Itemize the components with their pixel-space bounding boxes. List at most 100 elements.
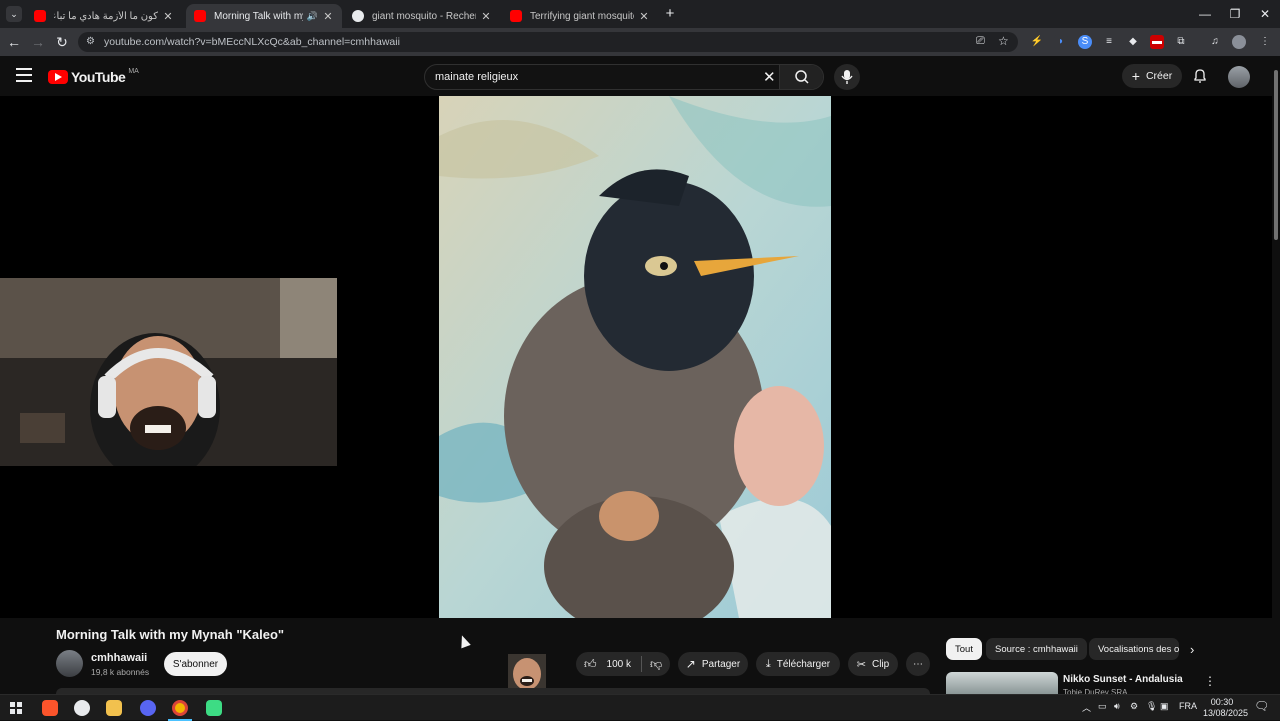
chrome-menu-icon[interactable]: ⋮ [1258,35,1272,49]
minimize-button[interactable]: — [1190,6,1220,22]
google-app-icon[interactable] [74,700,90,716]
download-button[interactable]: ⤓ Télécharger [756,652,840,676]
chip-all[interactable]: Tout [946,638,982,660]
android-app-icon[interactable] [206,700,222,716]
browser-tab-strip: ⌄ كون ما الأزمة هادي ما تباعش بهاد ✕ Mor… [0,0,1280,28]
search-icon [795,70,809,84]
new-tab-button[interactable]: + [662,6,678,22]
tray-overflow-chevron-icon[interactable]: ︿ [1082,701,1091,714]
subscribe-label: S'abonner [172,658,219,670]
tray-app-icon[interactable]: ⚙ [1130,701,1138,712]
clear-search-icon[interactable]: ✕ [763,68,776,86]
discord-icon[interactable] [140,700,156,716]
media-controls-icon[interactable]: ♫ [1208,35,1222,49]
download-label: Télécharger [776,658,831,670]
voice-search-button[interactable] [834,64,860,90]
microphone-tray-icon[interactable]: 🎙︎ [1146,701,1157,712]
scrollbar-thumb[interactable] [1274,70,1278,240]
close-tab-icon[interactable]: ✕ [638,10,650,23]
video-title: Morning Talk with my Mynah "Kaleo" [56,627,285,642]
share-button[interactable]: ↗ Partager [678,652,748,676]
notification-center-icon[interactable]: 🗨︎ [1254,699,1269,713]
extension-lines-icon[interactable]: ≡ [1102,35,1116,49]
extension-blue-icon[interactable]: S [1078,35,1092,49]
chip-source-channel[interactable]: Source : cmhhawaii [986,638,1087,660]
recommendation-more-icon[interactable]: ⋮ [1204,674,1216,688]
hamburger-menu-icon[interactable] [16,68,32,82]
youtube-favicon-icon [34,10,46,22]
youtube-wordmark: YouTube [71,69,126,85]
recommendation-title[interactable]: Nikko Sunset - Andalusia [1063,674,1183,685]
profile-avatar-icon[interactable] [1232,35,1246,49]
volume-icon[interactable]: 🔊︎ [1114,701,1120,712]
video-frame-mynah-bird [439,96,831,618]
account-avatar[interactable] [1228,66,1250,88]
download-icon: ⤓ [765,657,771,670]
extension-audio-icon[interactable]: ◗ [1054,35,1068,49]
create-button[interactable]: + Créer [1122,64,1182,88]
search-box[interactable]: mainate religieux ✕ [424,64,824,90]
dislike-thumbs-down-icon[interactable]: 👎︎ [650,657,662,672]
youtube-favicon-icon [510,10,522,22]
extension-diamond-icon[interactable]: ◆ [1126,35,1140,49]
page-scrollbar[interactable] [1272,56,1280,694]
chips-next-arrow-icon[interactable]: › [1190,642,1194,657]
network-icon[interactable]: ▣ [1160,701,1169,712]
forward-button[interactable]: → [30,34,46,50]
search-button[interactable] [779,65,823,89]
tab-label: Morning Talk with my Mynah [214,10,303,22]
windows-start-icon[interactable] [8,700,24,716]
tab-giant-mosquito-search[interactable]: giant mosquito - Recherche Goo ✕ [344,4,500,28]
address-bar[interactable]: ⚙ youtube.com/watch?v=bMEccNLXcQc&ab_cha… [78,32,1018,52]
scissors-icon: ✂ [856,658,866,671]
site-info-icon[interactable]: ⚙ [86,36,95,47]
tab-label: Terrifying giant mosquito disco [530,10,634,22]
tab-terrifying-mosquito[interactable]: Terrifying giant mosquito disco ✕ [502,4,658,28]
restore-button[interactable]: ❐ [1220,6,1250,22]
close-tab-icon[interactable]: ✕ [480,10,492,23]
like-thumbs-up-icon[interactable]: 👍︎ [584,657,597,672]
youtube-header: YouTube MA mainate religieux ✕ + Créer [0,56,1272,96]
clock[interactable]: 00:30 13/08/2025 [1203,697,1248,719]
file-explorer-icon[interactable] [106,700,122,716]
tab-morning-talk[interactable]: Morning Talk with my Mynah 🔊 ✕ [186,4,342,28]
microphone-icon [841,70,853,84]
clip-button[interactable]: ✂ Clip [848,652,898,676]
chrome-icon[interactable] [172,700,188,716]
input-language[interactable]: FRA [1179,701,1197,711]
bookmark-star-icon[interactable]: ☆ [998,34,1009,48]
tab-label: giant mosquito - Recherche Goo [372,10,476,22]
extension-red-icon[interactable]: ▬ [1150,35,1164,49]
back-button[interactable]: ← [6,34,22,50]
install-app-icon[interactable]: ⎚ [976,35,985,48]
like-divider [641,656,643,672]
speaker-icon[interactable]: 🔊 [307,11,318,22]
chip-vocalisations[interactable]: Vocalisations des o [1089,638,1179,660]
brave-browser-icon[interactable] [42,700,58,716]
streamer-webcam-overlay [0,278,337,466]
tab-arabic-video[interactable]: كون ما الأزمة هادي ما تباعش بهاد ✕ [26,4,182,28]
share-label: Partager [701,658,741,670]
extensions-menu-icon[interactable]: ⧉ [1174,35,1188,49]
close-window-button[interactable]: ✕ [1250,6,1280,22]
plus-icon: + [1131,68,1140,84]
tray-display-icon[interactable]: ▭ [1098,701,1107,712]
mouse-cursor-icon [457,633,471,649]
extension-puzzle-icon[interactable]: ⚡ [1030,35,1044,49]
subscribe-button[interactable]: S'abonner [164,652,227,676]
tab-search-chevron-icon[interactable]: ⌄ [6,6,22,22]
like-count[interactable]: 100 k [607,659,631,670]
region-code: MA [128,67,139,75]
youtube-logo[interactable]: YouTube MA [48,68,139,86]
url-text: youtube.com/watch?v=bMEccNLXcQc&ab_chann… [104,36,400,48]
search-input[interactable]: mainate religieux [435,71,518,83]
channel-avatar[interactable] [56,650,83,677]
close-tab-icon[interactable]: ✕ [322,10,334,23]
recommendation-thumbnail[interactable] [946,672,1058,694]
close-tab-icon[interactable]: ✕ [162,10,174,23]
more-actions-button[interactable]: ⋯ [906,652,930,676]
reload-button[interactable]: ↻ [54,34,70,50]
channel-name[interactable]: cmhhawaii [91,652,147,664]
tab-label: كون ما الأزمة هادي ما تباعش بهاد [54,10,158,22]
notifications-bell-icon[interactable] [1192,68,1208,84]
